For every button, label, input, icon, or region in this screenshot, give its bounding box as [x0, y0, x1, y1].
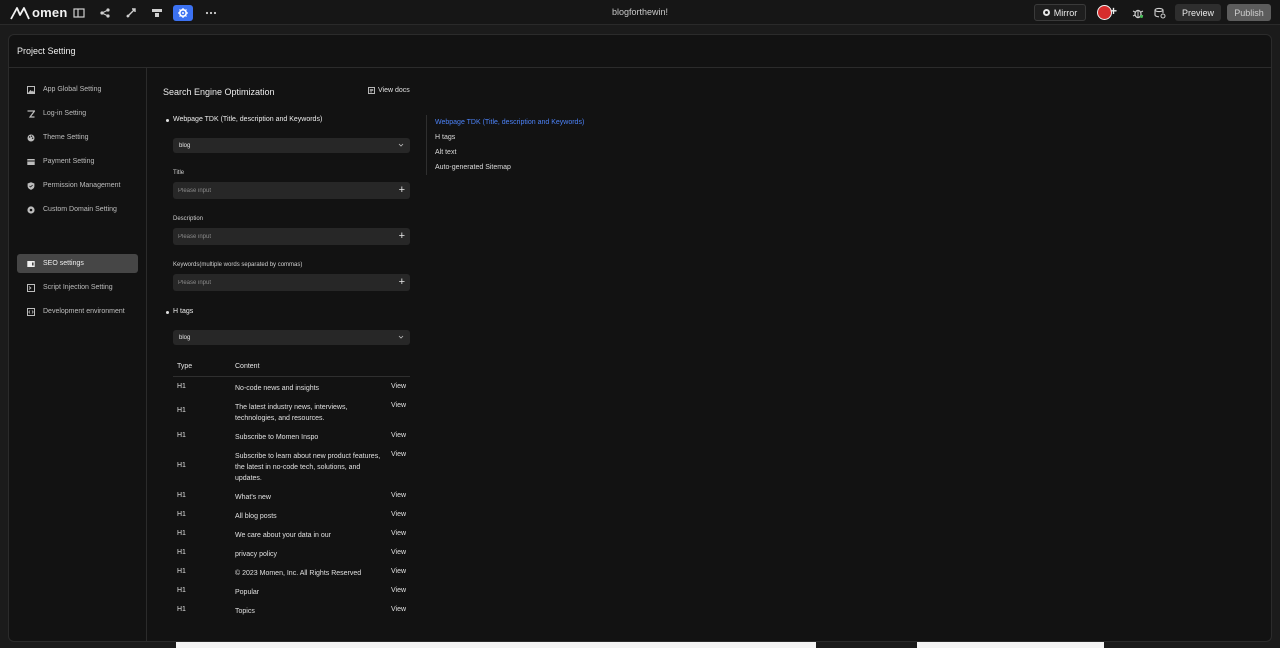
view-docs-link[interactable]: View docs	[368, 87, 410, 94]
top-bar: omen blogforthewin! Mirror + Preview Pub…	[0, 0, 1280, 25]
htags-table: Type Content H1 No-code news and insight…	[173, 360, 410, 615]
divider	[9, 67, 1271, 68]
more-icon[interactable]	[201, 5, 221, 21]
data-model-icon[interactable]	[95, 5, 115, 21]
sidebar-item-custom-domain[interactable]: Custom Domain Setting	[17, 200, 138, 219]
view-link[interactable]: View	[391, 606, 406, 613]
title-label: Title	[173, 170, 185, 176]
seo-icon	[27, 260, 35, 267]
canvas-preview-strip	[917, 642, 1104, 648]
view-link[interactable]: View	[391, 402, 406, 409]
view-link[interactable]: View	[391, 549, 406, 556]
dev-icon	[27, 307, 35, 316]
sidebar-item-app-global[interactable]: App Global Setting	[17, 80, 138, 99]
column-header-type: Type	[177, 363, 193, 370]
add-icon[interactable]: +	[399, 276, 405, 288]
anchor-sitemap[interactable]: Auto-generated Sitemap	[435, 164, 511, 171]
momen-logo-mark-icon	[10, 6, 30, 19]
anchor-alt-text[interactable]: Alt text	[435, 149, 456, 156]
section-title: Search Engine Optimization	[163, 87, 275, 97]
actionflow-icon[interactable]	[121, 5, 141, 21]
description-label: Description	[173, 216, 204, 222]
sidebar-item-payment[interactable]: Payment Setting	[17, 152, 138, 171]
tdk-page-select[interactable]: blog	[173, 138, 410, 153]
title-input-wrapper: +	[173, 182, 410, 199]
description-input-wrapper: +	[173, 228, 410, 245]
publish-button[interactable]: Publish	[1227, 4, 1271, 21]
pages-icon[interactable]	[69, 5, 89, 21]
view-link[interactable]: View	[391, 432, 406, 439]
debug-bug-icon[interactable]	[1128, 5, 1148, 21]
chevron-down-icon	[398, 335, 404, 339]
anchor-nav-rail	[426, 115, 427, 175]
view-link[interactable]: View	[391, 492, 406, 499]
invite-plus-icon[interactable]: +	[1110, 4, 1117, 18]
settings-gear-icon[interactable]	[173, 5, 193, 21]
chevron-down-icon	[398, 143, 404, 147]
keywords-input-wrapper: +	[173, 274, 410, 291]
table-header: Type Content	[173, 360, 410, 377]
anchor-tdk[interactable]: Webpage TDK (Title, description and Keyw…	[435, 119, 584, 126]
sidebar-item-theme[interactable]: Theme Setting	[17, 128, 138, 147]
api-icon[interactable]	[147, 5, 167, 21]
htags-page-select[interactable]: blog	[173, 330, 410, 345]
anchor-htags[interactable]: H tags	[435, 134, 455, 141]
keywords-input[interactable]	[178, 279, 378, 286]
view-link[interactable]: View	[391, 587, 406, 594]
mirror-icon	[1042, 9, 1050, 16]
tdk-heading: Webpage TDK (Title, description and Keyw…	[165, 116, 323, 123]
add-icon[interactable]: +	[399, 230, 405, 242]
image-icon	[27, 85, 35, 94]
view-link[interactable]: View	[391, 383, 406, 390]
view-link[interactable]: View	[391, 511, 406, 518]
sidebar-item-development-env[interactable]: Development environment	[17, 302, 138, 321]
key-icon	[27, 109, 35, 118]
card-icon	[27, 158, 35, 165]
htags-heading: H tags	[165, 308, 194, 315]
momen-logo[interactable]: omen	[10, 5, 67, 20]
sidebar-item-script-injection[interactable]: Script Injection Setting	[17, 278, 138, 297]
add-icon[interactable]: +	[399, 184, 405, 196]
domain-icon	[27, 205, 35, 214]
view-link[interactable]: View	[391, 568, 406, 575]
sidebar-item-permission[interactable]: Permission Management	[17, 176, 138, 195]
settings-sidebar: App Global Setting Log-in Setting Theme …	[9, 68, 147, 641]
view-link[interactable]: View	[391, 530, 406, 537]
mirror-button[interactable]: Mirror	[1034, 4, 1086, 21]
document-icon	[368, 87, 375, 94]
shield-icon	[27, 181, 35, 190]
keywords-label: Keywords(multiple words separated by com…	[173, 262, 303, 268]
terminal-icon	[27, 283, 35, 292]
preview-button[interactable]: Preview	[1175, 4, 1221, 21]
sidebar-item-seo[interactable]: SEO settings	[17, 254, 138, 273]
view-link[interactable]: View	[391, 451, 406, 458]
logo-text: omen	[32, 5, 68, 20]
project-setting-modal: Project Setting App Global Setting Log-i…	[8, 34, 1272, 642]
palette-icon	[27, 134, 35, 141]
column-header-content: Content	[235, 363, 260, 370]
modal-title: Project Setting	[17, 46, 76, 56]
description-input[interactable]	[178, 233, 378, 240]
canvas-preview-strip	[176, 642, 816, 648]
database-icon[interactable]	[1150, 5, 1170, 21]
sidebar-item-login[interactable]: Log-in Setting	[17, 104, 138, 123]
title-input[interactable]	[178, 187, 378, 194]
